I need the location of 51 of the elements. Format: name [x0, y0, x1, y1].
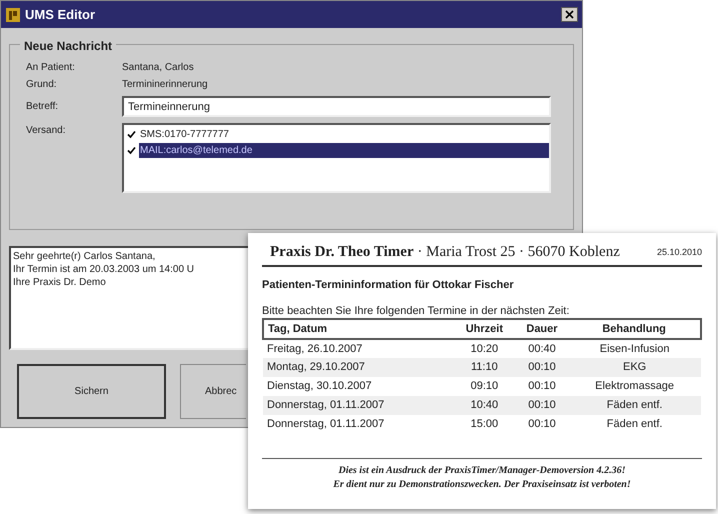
table-cell: Freitag, 26.10.2007: [263, 339, 453, 358]
dialog-button[interactable]: Sichern: [17, 364, 166, 419]
table-cell: EKG: [568, 358, 701, 377]
field-value: Termininerinnerung: [122, 78, 208, 92]
table-cell: Elektromassage: [568, 377, 701, 396]
printout-title: Patienten-Termininformation für Ottokar Fischer: [262, 278, 515, 292]
practice-header: Praxis Dr. Theo Timer · Maria Trost 25 · 56070 Koblenz: [270, 243, 620, 262]
message-field[interactable]: Sehr geehrte(r) Carlos Santana, Ihr Termin ist am 20.03.2003 um 14:00 U Ihre Praxis Dr. Demo: [9, 246, 248, 350]
intro-text: Bitte beachten Sie Ihre folgenden Termine in der nächsten Zeit:: [262, 305, 570, 318]
field-label: Versand:: [26, 124, 66, 138]
column-header: Behandlung: [568, 319, 701, 339]
message-line: Sehr geehrte(r) Carlos Santana,: [13, 250, 156, 263]
footer-note: Er dient nur zu Demonstrationszwecken. Der Praxiseinsatz ist verboten!: [333, 478, 631, 492]
column-header: Tag, Datum: [263, 319, 453, 339]
list-item[interactable]: SMS:0170-7777777: [139, 126, 549, 142]
table-cell: 11:10: [453, 358, 516, 377]
field-label: An Patient:: [26, 61, 76, 75]
table-cell: 10:20: [453, 339, 516, 358]
field-label: Grund:: [26, 78, 58, 92]
table-cell: 15:00: [453, 415, 516, 434]
subject-field[interactable]: Termineinnerung: [122, 96, 551, 117]
table-cell: Dienstag, 30.10.2007: [263, 377, 453, 396]
message-line: Ihre Praxis Dr. Demo: [13, 276, 106, 289]
table-cell: 00:40: [516, 339, 568, 358]
table-cell: Donnerstag, 01.11.2007: [263, 415, 453, 434]
close-button[interactable]: [561, 7, 578, 22]
message-line: Ihr Termin ist am 20.03.2003 um 14:00 U: [13, 263, 194, 276]
close-icon: [565, 10, 574, 19]
checkbox[interactable]: [126, 128, 137, 140]
table-cell: 09:10: [453, 377, 516, 396]
table-cell: Montag, 29.10.2007: [263, 358, 453, 377]
field-label: Betreff:: [26, 100, 60, 114]
checkbox[interactable]: [126, 144, 137, 156]
table-cell: 00:10: [516, 415, 568, 434]
app-icon: [5, 6, 21, 22]
table-cell: Fäden entf.: [568, 396, 701, 415]
dialog-button[interactable]: Abbrec: [180, 364, 246, 419]
table-cell: 00:10: [516, 377, 568, 396]
table-cell: 00:10: [516, 396, 568, 415]
field-value: Santana, Carlos: [122, 61, 194, 75]
print-date: 25.10.2010: [656, 246, 702, 259]
table-cell: Donnerstag, 01.11.2007: [263, 396, 453, 415]
table-cell: 10:40: [453, 396, 516, 415]
column-header: Uhrzeit: [453, 319, 516, 339]
window-title: UMS Editor: [25, 6, 96, 24]
footer-note: Dies ist ein Ausdruck der PraxisTimer/Manager-Demoversion 4.2.36!: [338, 464, 626, 478]
table-cell: 00:10: [516, 358, 568, 377]
table-cell: Fäden entf.: [568, 415, 701, 434]
list-item[interactable]: MAIL:carlos@telemed.de: [139, 142, 549, 158]
column-header: Dauer: [516, 319, 568, 339]
table-cell: Eisen-Infusion: [568, 339, 701, 358]
